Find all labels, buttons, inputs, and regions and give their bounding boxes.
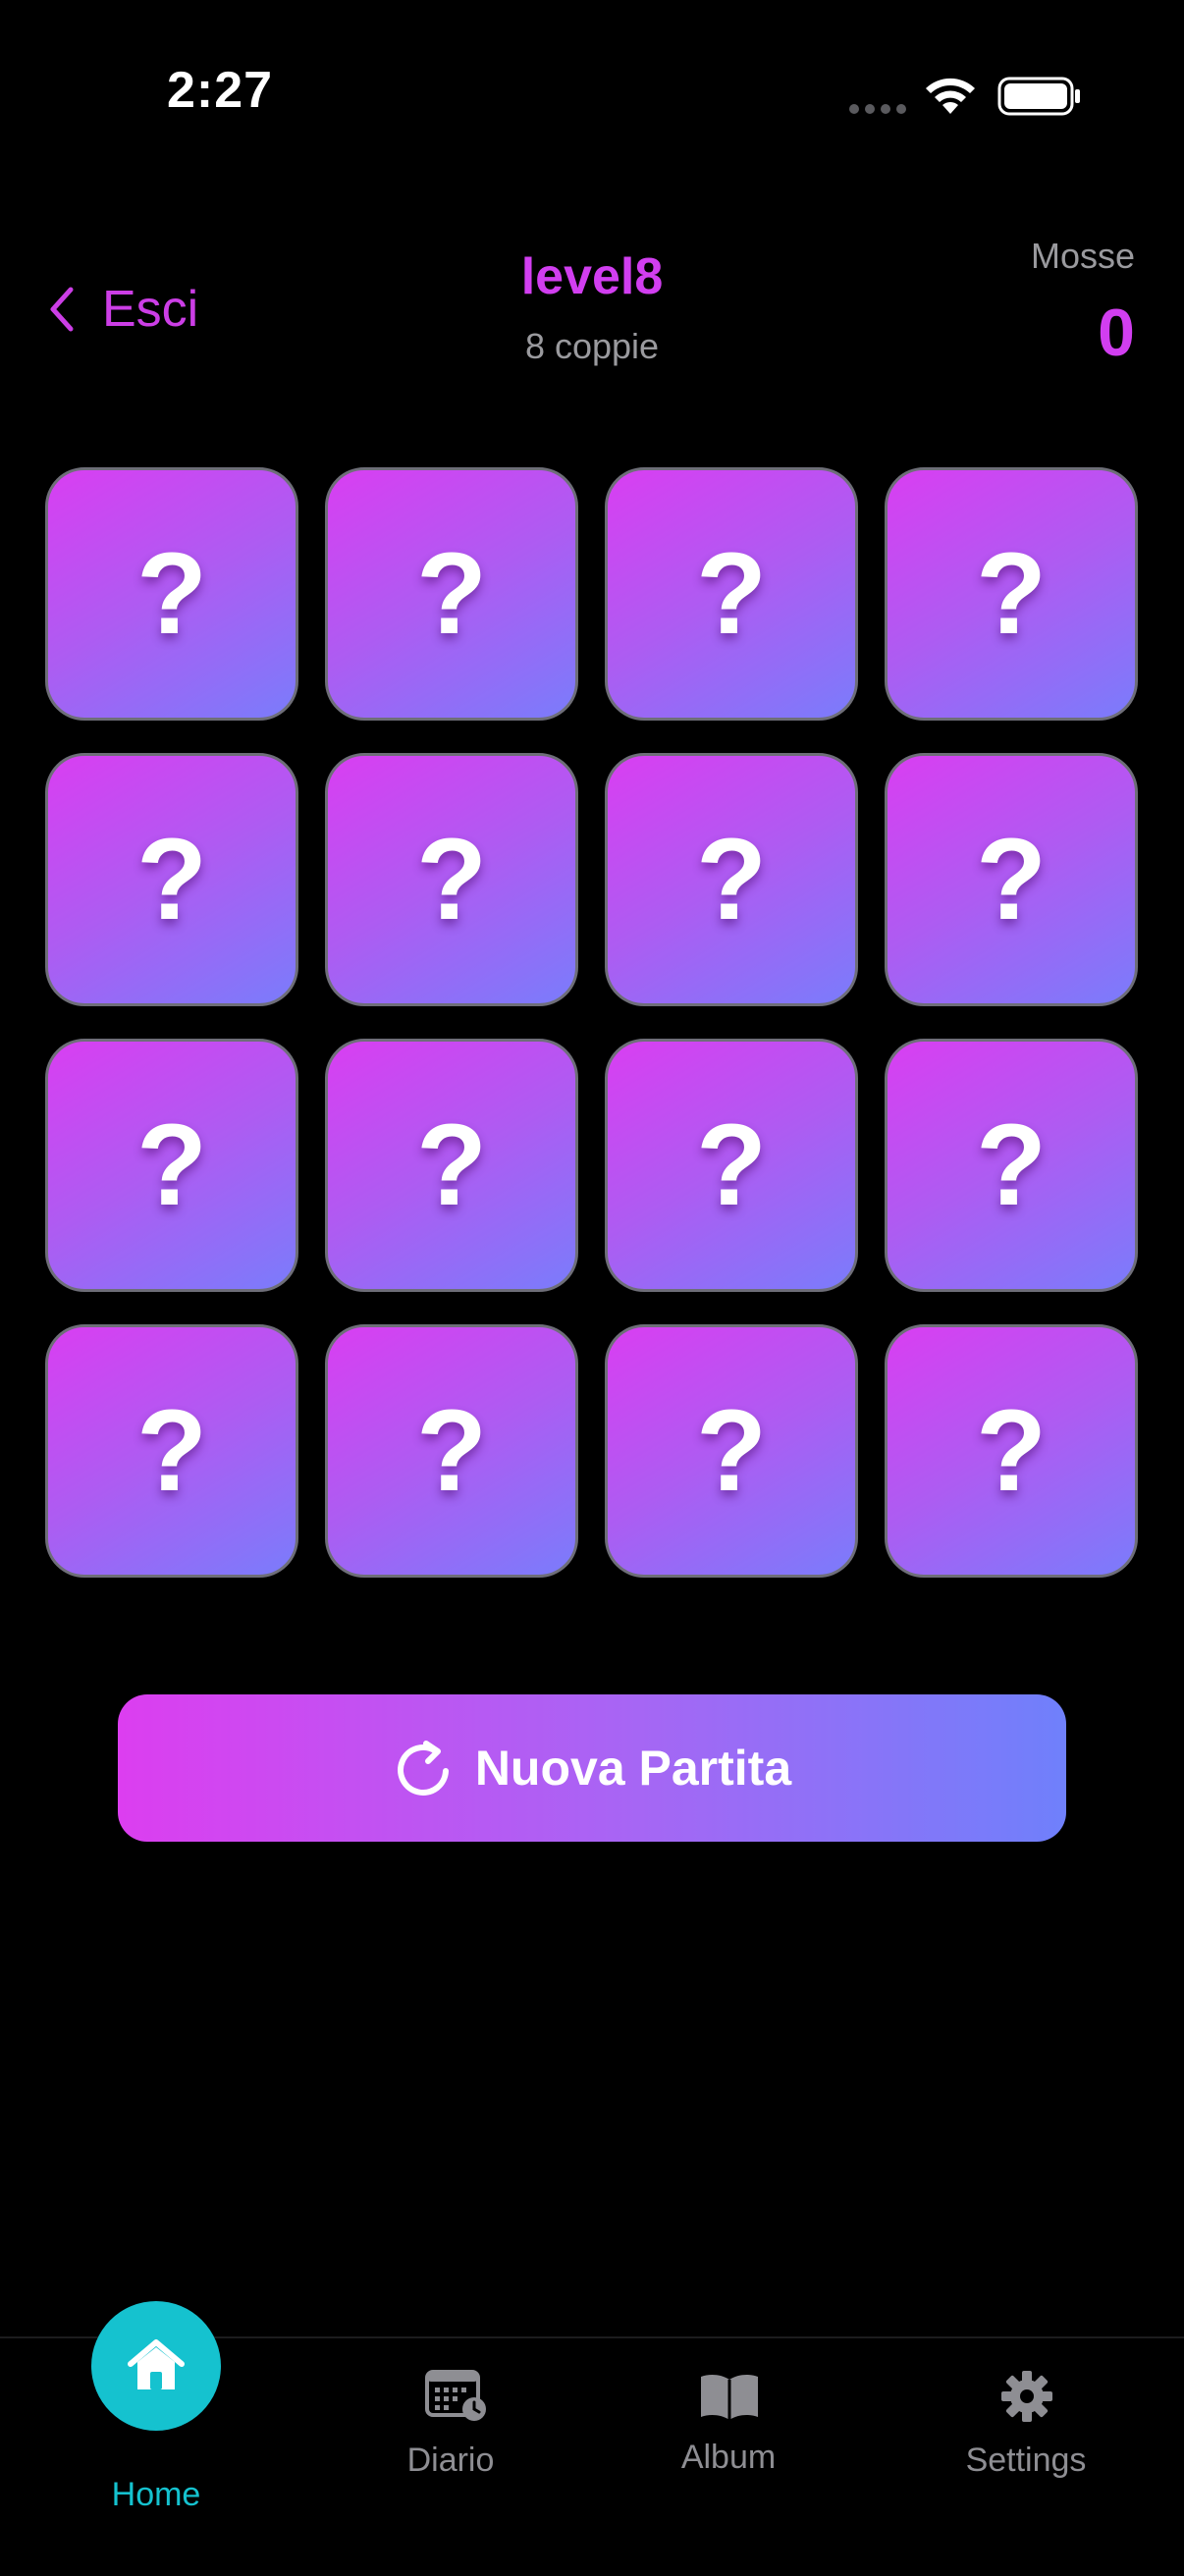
new-game-button[interactable]: Nuova Partita bbox=[118, 1694, 1066, 1842]
signal-dots-icon bbox=[849, 104, 906, 114]
question-mark-icon: ? bbox=[975, 529, 1048, 659]
memory-card[interactable]: ? bbox=[605, 753, 858, 1006]
question-mark-icon: ? bbox=[135, 815, 208, 944]
home-icon-badge bbox=[91, 2301, 221, 2431]
memory-card[interactable]: ? bbox=[325, 753, 578, 1006]
memory-card[interactable]: ? bbox=[325, 1324, 578, 1578]
memory-card[interactable]: ? bbox=[45, 1039, 298, 1292]
book-icon bbox=[701, 2375, 758, 2420]
tab-diario-label: Diario bbox=[406, 2442, 495, 2479]
new-game-label: Nuova Partita bbox=[474, 1741, 792, 1796]
tab-album[interactable]: Album bbox=[611, 2338, 846, 2535]
status-time: 2:27 bbox=[167, 62, 274, 119]
tab-bar: Home Diario Album Settings bbox=[0, 2301, 1184, 2576]
tab-home[interactable]: Home bbox=[38, 2301, 274, 2535]
chevron-left-icon bbox=[50, 287, 74, 332]
battery-icon bbox=[997, 77, 1080, 116]
question-mark-icon: ? bbox=[415, 1386, 488, 1516]
wifi-icon bbox=[926, 78, 975, 114]
back-button[interactable]: Esci bbox=[43, 275, 198, 344]
memory-card[interactable]: ? bbox=[885, 467, 1138, 721]
memory-card[interactable]: ? bbox=[885, 1324, 1138, 1578]
moves-label: Mosse bbox=[1030, 236, 1135, 276]
refresh-icon bbox=[397, 1741, 449, 1796]
level-subtitle: 8 coppie bbox=[524, 326, 660, 366]
tab-settings[interactable]: Settings bbox=[908, 2338, 1144, 2535]
question-mark-icon: ? bbox=[135, 1100, 208, 1230]
question-mark-icon: ? bbox=[695, 815, 768, 944]
question-mark-icon: ? bbox=[695, 1386, 768, 1516]
question-mark-icon: ? bbox=[695, 529, 768, 659]
game-header: Esci level8 8 coppie Mosse 0 bbox=[0, 226, 1184, 383]
tab-diario[interactable]: Diario bbox=[333, 2338, 568, 2535]
tab-album-label: Album bbox=[680, 2439, 777, 2476]
question-mark-icon: ? bbox=[975, 1386, 1048, 1516]
calendar-icon bbox=[425, 2370, 486, 2421]
tab-settings-label: Settings bbox=[965, 2442, 1087, 2479]
memory-card[interactable]: ? bbox=[45, 753, 298, 1006]
memory-card[interactable]: ? bbox=[605, 467, 858, 721]
memory-card[interactable]: ? bbox=[325, 467, 578, 721]
question-mark-icon: ? bbox=[695, 1100, 768, 1230]
question-mark-icon: ? bbox=[415, 529, 488, 659]
question-mark-icon: ? bbox=[415, 815, 488, 944]
question-mark-icon: ? bbox=[135, 529, 208, 659]
memory-card[interactable]: ? bbox=[885, 753, 1138, 1006]
memory-card[interactable]: ? bbox=[325, 1039, 578, 1292]
memory-card-grid: ? ? ? ? ? ? ? ? ? ? ? ? ? ? ? ? bbox=[45, 467, 1139, 1578]
status-bar: 2:27 bbox=[0, 0, 1184, 196]
memory-card[interactable]: ? bbox=[45, 467, 298, 721]
moves-counter: 0 bbox=[1098, 295, 1135, 370]
tab-home-label: Home bbox=[111, 2476, 201, 2513]
back-label: Esci bbox=[102, 281, 199, 338]
memory-card[interactable]: ? bbox=[885, 1039, 1138, 1292]
memory-card[interactable]: ? bbox=[605, 1324, 858, 1578]
question-mark-icon: ? bbox=[415, 1100, 488, 1230]
memory-card[interactable]: ? bbox=[605, 1039, 858, 1292]
question-mark-icon: ? bbox=[135, 1386, 208, 1516]
question-mark-icon: ? bbox=[975, 1100, 1048, 1230]
question-mark-icon: ? bbox=[975, 815, 1048, 944]
memory-card[interactable]: ? bbox=[45, 1324, 298, 1578]
level-title: level8 bbox=[520, 248, 664, 305]
gear-icon bbox=[1001, 2371, 1052, 2422]
home-icon bbox=[128, 2339, 185, 2389]
